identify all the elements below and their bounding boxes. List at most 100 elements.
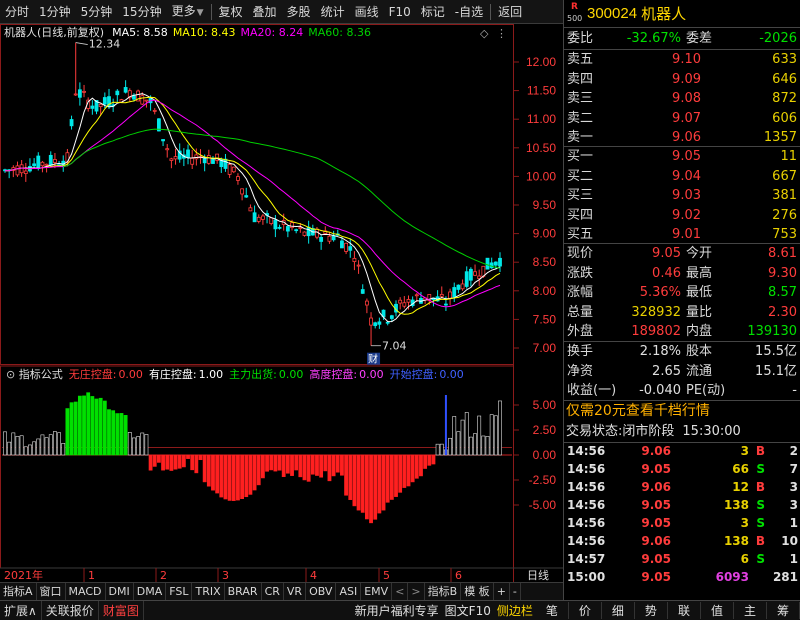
quote-tab-6[interactable]: 主	[734, 602, 767, 619]
stat-label: 最高	[686, 265, 713, 281]
indicator-tab-right-0[interactable]: 指标B	[425, 582, 462, 601]
indicator-bar	[23, 446, 28, 456]
toolbar-item-5[interactable]: 复权	[214, 0, 248, 24]
sidebar-toggle[interactable]: 侧边栏	[494, 602, 536, 619]
indicator-tab-5[interactable]: FSL	[166, 582, 193, 601]
toolbar-item-10[interactable]: F10	[384, 0, 416, 24]
toolbar-item-1[interactable]: 1分钟	[34, 0, 76, 24]
diamond-icon[interactable]: ◇	[480, 27, 489, 40]
tick-direction: B	[755, 480, 765, 494]
quote-tab-2[interactable]: 细	[602, 602, 635, 619]
indicator-tab-right-3[interactable]: -	[510, 582, 521, 601]
ask-row: 卖四 9.09 646	[564, 70, 800, 89]
new-user-promo[interactable]: 新用户福利专享	[352, 602, 442, 619]
price-tick-label: 9.00	[533, 227, 557, 241]
tick-price: 9.05	[641, 498, 671, 512]
quote-tab-5[interactable]: 值	[701, 602, 734, 619]
stat-label: 外盘	[567, 324, 594, 339]
indicator-bar	[219, 454, 224, 498]
indicator-bar	[244, 454, 249, 498]
stock-code[interactable]: 300024	[587, 5, 637, 22]
indicator-tab-9[interactable]: VR	[284, 582, 307, 601]
level2-promo-banner[interactable]: 仅需20元查看千档行情	[564, 400, 800, 422]
toolbar-item-3[interactable]: 15分钟	[117, 0, 166, 24]
toolbar-item-0[interactable]: 分时	[0, 0, 34, 24]
tab-scroll-right-icon[interactable]: >	[408, 582, 425, 601]
indicator-tab-4[interactable]: DMA	[134, 582, 167, 601]
tick-time: 14:56	[567, 480, 606, 494]
candle-body	[285, 226, 290, 232]
indicator-tab-10[interactable]: OBV	[306, 582, 337, 601]
toolbar-item-7[interactable]: 多股	[282, 0, 316, 24]
bottom-tab-1[interactable]: 关联报价	[42, 600, 99, 620]
indicator-tab-7[interactable]: BRAR	[225, 582, 262, 601]
bottom-tab-2[interactable]: 财富图	[99, 600, 144, 620]
chart-canvas[interactable]: 12.0011.5011.0010.5010.009.509.008.508.0…	[0, 24, 563, 582]
candle-body	[260, 215, 265, 220]
quote-tab-0[interactable]: 笔	[536, 602, 569, 619]
quote-stat-row: 总量 328932 量比 2.30	[564, 303, 800, 322]
bid-label: 买三	[567, 188, 594, 203]
indicator-tab-3[interactable]: DMI	[106, 582, 134, 601]
toolbar-item-12[interactable]: -自选	[450, 0, 488, 24]
indicator-name[interactable]: 指标公式	[19, 367, 63, 381]
toolbar-item-13[interactable]: 返回	[493, 0, 527, 24]
toolbar-item-6[interactable]: 叠加	[248, 0, 282, 24]
toolbar-item-2[interactable]: 5分钟	[76, 0, 118, 24]
toolbar-item-4[interactable]: 更多▼	[167, 0, 209, 25]
indicator-gd-value: 0.00	[359, 368, 384, 381]
price-tick-label: 7.50	[533, 312, 557, 326]
indicator-bar	[290, 454, 294, 476]
candle-body	[273, 219, 278, 230]
quote-tab-1[interactable]: 价	[569, 602, 602, 619]
indicator-tab-6[interactable]: TRIX	[192, 582, 225, 601]
quote-tab-4[interactable]: 联	[668, 602, 701, 619]
bid-row: 买一 9.05 11	[564, 147, 800, 166]
price-tick-label: 11.00	[527, 112, 556, 126]
toolbar-item-9[interactable]: 画线	[350, 0, 384, 24]
collapse-icon[interactable]: ⊙	[6, 368, 19, 381]
candle-body	[236, 176, 240, 181]
indicator-gd-label: 高度控盘:	[309, 367, 357, 381]
f10-link[interactable]: 图文F10	[442, 602, 494, 619]
indicator-tab-2[interactable]: MACD	[66, 582, 106, 601]
chart-menu-icon[interactable]: ⋮	[496, 27, 507, 40]
quote-panel: R 500 300024 机器人 委比 -32.67% 委差 -2026 卖五 9.10 6…	[563, 0, 800, 600]
ask-label: 卖五	[567, 52, 594, 67]
fundamental-value: 2.65	[652, 363, 681, 379]
bid-row: 买二 9.04 667	[564, 167, 800, 186]
indicator-bar	[419, 454, 423, 477]
indicator-tab-0[interactable]: 指标A	[0, 582, 37, 601]
indicator-tab-12[interactable]: EMV	[361, 582, 393, 601]
period-label[interactable]: 日线	[527, 568, 549, 582]
fundamental-value: 15.5亿	[755, 344, 797, 359]
toolbar-item-11[interactable]: 标记	[416, 0, 450, 24]
indicator-bar	[460, 419, 465, 456]
indicator-tab-right-1[interactable]: 模 板	[461, 582, 494, 601]
x-axis-month: 2	[160, 569, 167, 582]
tab-scroll-left-icon[interactable]: <	[392, 582, 409, 601]
stat-value: 2.30	[768, 304, 797, 320]
ask-row: 卖一 9.06 1357	[564, 128, 800, 147]
indicator-bar	[82, 395, 86, 456]
indicator-bar	[281, 454, 286, 477]
toolbar-item-8[interactable]: 统计	[316, 0, 350, 24]
indicator-tab-8[interactable]: CR	[262, 582, 284, 601]
x-axis-month: 1	[88, 569, 95, 582]
candle-body	[256, 216, 261, 222]
quote-tab-3[interactable]: 势	[635, 602, 668, 619]
bid-price: 9.05	[672, 149, 701, 164]
stat-label: 总量	[567, 304, 594, 320]
indicator-bar	[310, 454, 315, 475]
indicator-tab-1[interactable]: 窗口	[37, 582, 66, 601]
indicator-tab-11[interactable]: ASI	[336, 582, 362, 601]
tick-time: 14:56	[567, 462, 606, 476]
low-price-label: 7.04	[382, 340, 407, 353]
quote-tab-7[interactable]: 筹	[767, 602, 800, 619]
candle-body	[439, 294, 444, 297]
stock-name[interactable]: 机器人	[641, 3, 686, 24]
stat-value: 189802	[631, 324, 681, 339]
bottom-tab-0[interactable]: 扩展∧	[0, 600, 42, 620]
chart-toolbar: 分时 1分钟 5分钟 15分钟 更多▼ 复权 叠加 多股 统计 画线 F10 标记 -自选 返回	[0, 0, 563, 24]
indicator-tab-right-2[interactable]: +	[494, 582, 510, 601]
